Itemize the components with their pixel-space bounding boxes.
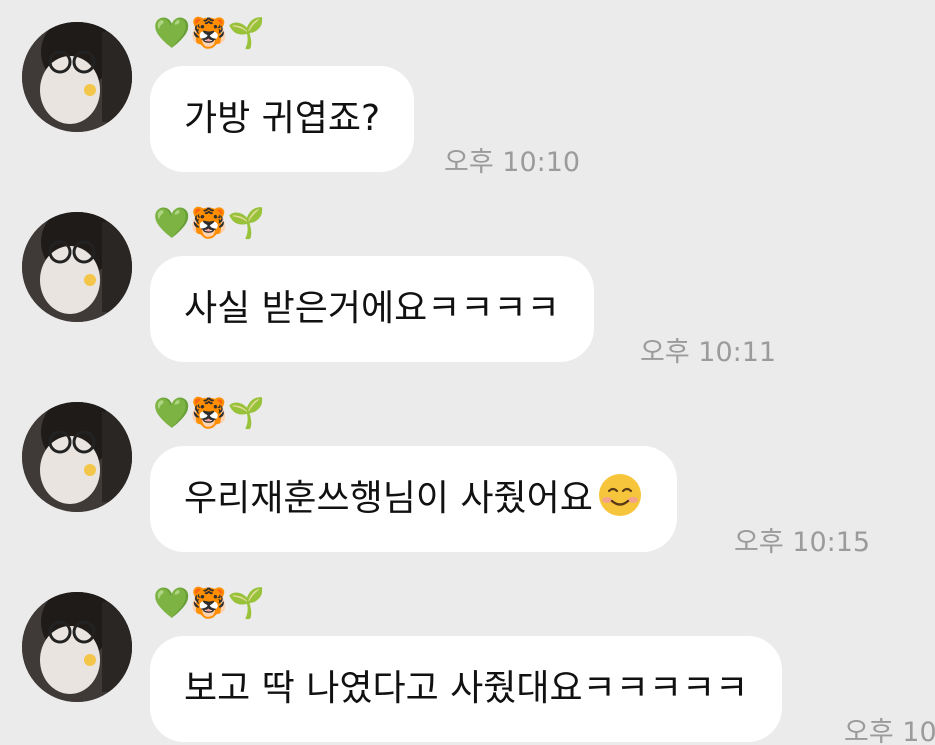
avatar[interactable]	[22, 212, 132, 322]
message-row: 💚🐯🌱 우리재훈쓰행님이 사줬어요 오후 10:15	[0, 380, 935, 558]
avatar[interactable]	[22, 22, 132, 132]
message-timestamp: 오후 10:10	[444, 147, 581, 178]
sender-name: 💚🐯🌱	[153, 396, 266, 431]
message-timestamp: 오후 10:15	[734, 527, 871, 558]
sender-name: 💚🐯🌱	[153, 586, 266, 621]
message-row: 💚🐯🌱 보고 딱 나였다고 사줬대요ㅋㅋㅋㅋㅋ 오후 10:	[0, 570, 935, 745]
message-row: 💚🐯🌱 가방 귀엽죠? 오후 10:10	[0, 0, 935, 178]
avatar[interactable]	[22, 592, 132, 702]
message-bubble[interactable]: 보고 딱 나였다고 사줬대요ㅋㅋㅋㅋㅋ	[150, 636, 783, 742]
message-bubble[interactable]: 가방 귀엽죠?	[150, 66, 415, 172]
message-row: 💚🐯🌱 사실 받은거에요ㅋㅋㅋㅋ 오후 10:11	[0, 190, 935, 368]
chat-message-list[interactable]: 💚🐯🌱 가방 귀엽죠? 오후 10:10 💚🐯🌱 사실 받은거에요ㅋㅋㅋㅋ 오후…	[0, 0, 935, 745]
message-timestamp: 오후 10:	[844, 717, 935, 745]
smiling-face-icon	[598, 474, 641, 516]
message-bubble[interactable]: 우리재훈쓰행님이 사줬어요	[150, 446, 677, 552]
sender-name: 💚🐯🌱	[153, 16, 266, 51]
avatar[interactable]	[22, 402, 132, 512]
message-bubble[interactable]: 사실 받은거에요ㅋㅋㅋㅋ	[150, 256, 594, 362]
message-text: 우리재훈쓰행님이 사줬어요	[184, 478, 593, 519]
sender-name: 💚🐯🌱	[153, 206, 266, 241]
message-timestamp: 오후 10:11	[640, 337, 777, 368]
